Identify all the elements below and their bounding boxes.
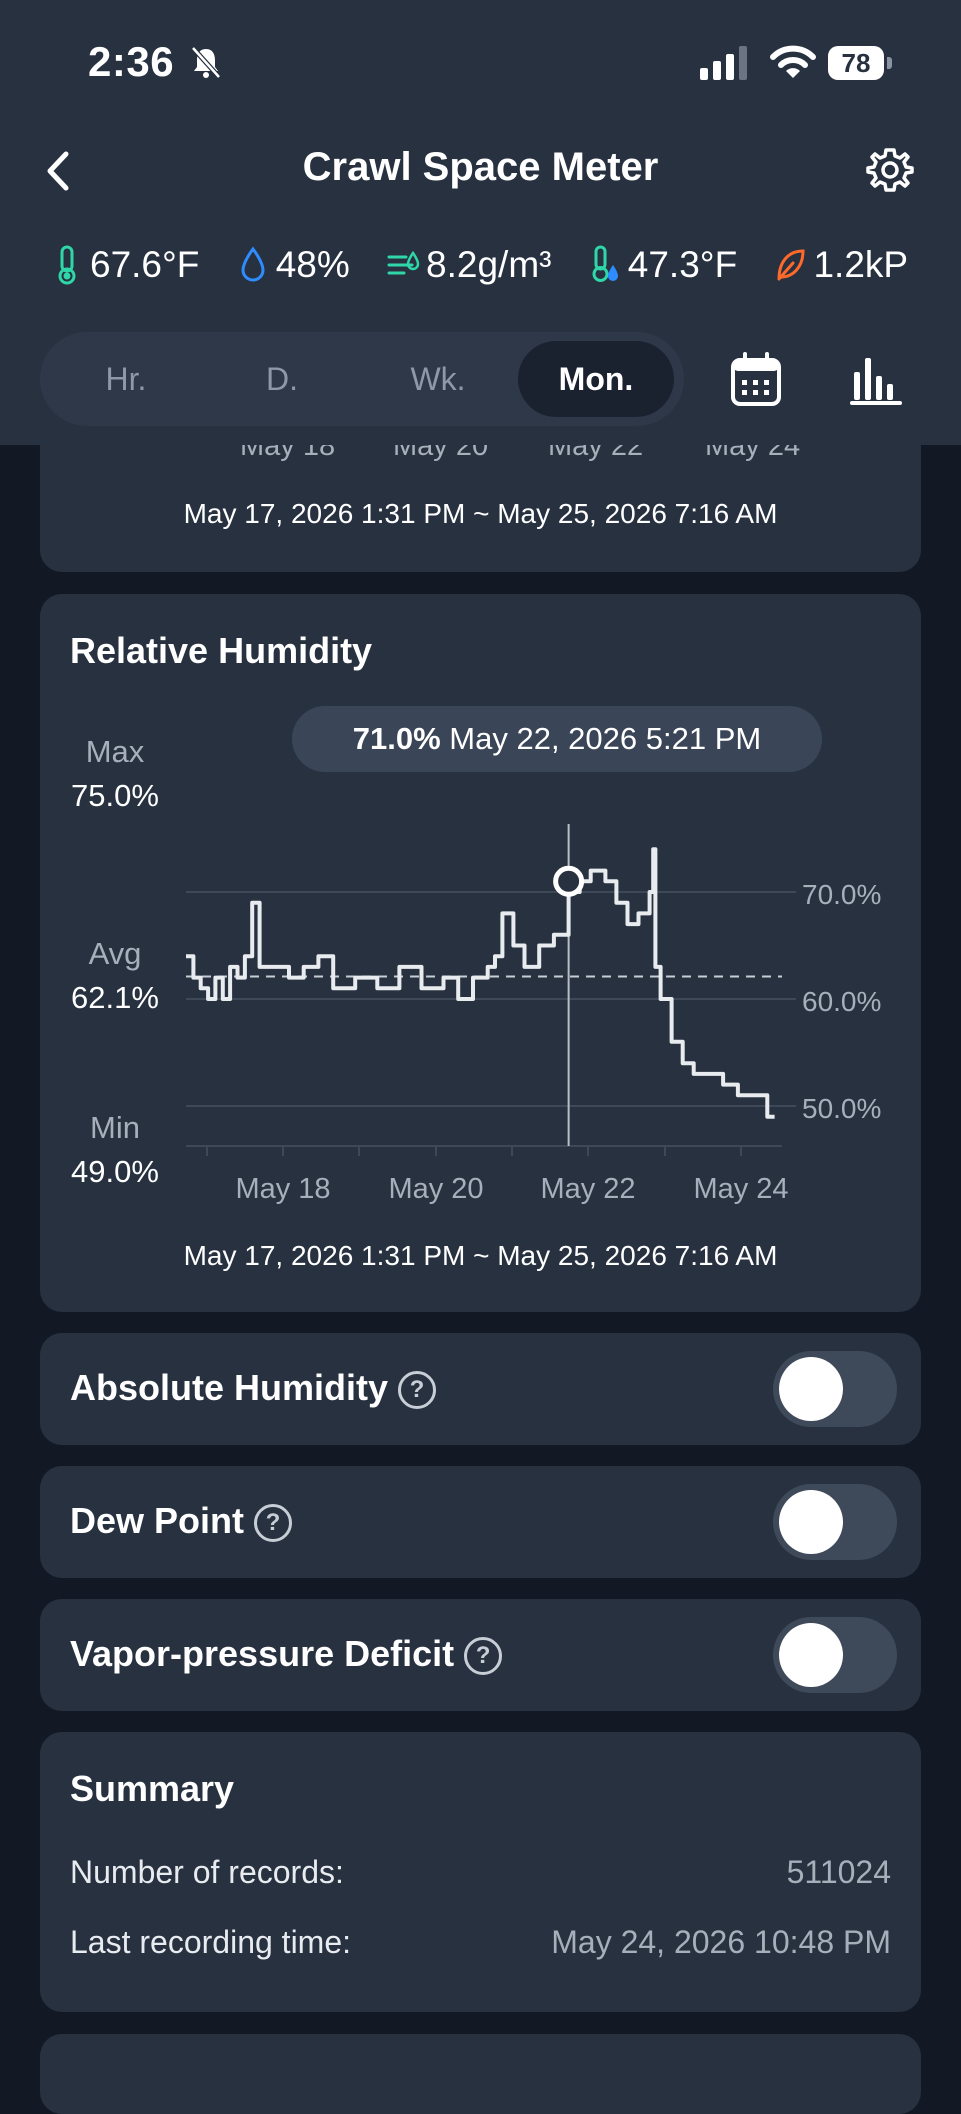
battery-tip [887, 57, 892, 69]
thermometer-icon [58, 245, 76, 285]
dewpoint-icon [592, 245, 618, 282]
absolute-humidity-value: 8.2g/m³ [426, 244, 552, 285]
sensor-readings: 67.6°F 48% 8.2g/m³ 47.3°F 1.2kP [50, 244, 934, 296]
page-title: Crawl Space Meter [302, 145, 659, 189]
tab-day[interactable]: D. [204, 341, 360, 417]
date-range: May 17, 2026 1:31 PM ~ May 25, 2026 7:16… [183, 498, 778, 529]
relative-humidity-card: Relative Humidity 71.0% May 22, 2026 5:2… [40, 594, 921, 1312]
temperature-reading: 67.6°F [50, 244, 199, 286]
vpd-value: 1.2kP [813, 244, 909, 285]
absolute-humidity-reading: 8.2g/m³ [386, 244, 551, 286]
absolute-humidity-row: Absolute Humidity? [40, 1333, 921, 1445]
date-range: May 17, 2026 1:31 PM ~ May 25, 2026 7:16… [183, 1240, 778, 1271]
humidity-reading: 48% [236, 244, 350, 286]
dew-point-toggle[interactable] [773, 1484, 897, 1560]
x-tick-label: May 22 [540, 1173, 635, 1205]
absolute-humidity-toggle[interactable] [773, 1351, 897, 1427]
time-range-tabs: Hr. D. Wk. Mon. [40, 332, 684, 426]
toggle-knob [779, 1490, 843, 1554]
battery-indicator: 78 [828, 46, 894, 80]
y-tick-label: 70.0% [802, 879, 881, 910]
absolute-humidity-label: Absolute Humidity? [70, 1367, 437, 1410]
battery-level: 78 [828, 46, 884, 80]
temperature-value: 67.6°F [90, 244, 200, 285]
x-tick-label: May 18 [235, 1173, 330, 1205]
tab-hour[interactable]: Hr. [48, 341, 204, 417]
leaf-icon [777, 249, 805, 281]
top-header: 2:36 78 Crawl Space Meter 67.6°F 48% 8.2… [0, 0, 961, 445]
cellular-signal-icon [700, 46, 747, 80]
help-icon[interactable]: ? [398, 1371, 437, 1410]
help-icon[interactable]: ? [464, 1637, 503, 1676]
toggle-label-text: Absolute Humidity [70, 1367, 389, 1408]
last-recording-value: May 24, 2026 10:48 PM [551, 1924, 891, 1960]
humidity-value: 48% [275, 244, 350, 285]
x-tick-label: May 20 [388, 1173, 483, 1205]
next-card [40, 2034, 921, 2114]
dew-point-row: Dew Point? [40, 1466, 921, 1578]
y-tick-label: 60.0% [802, 986, 881, 1017]
wind-icon [387, 250, 420, 275]
tab-month[interactable]: Mon. [518, 341, 674, 417]
toggle-knob [779, 1357, 843, 1421]
records-value: 511024 [786, 1854, 891, 1890]
dew-point-label: Dew Point? [70, 1500, 293, 1543]
status-time: 2:36 [88, 38, 175, 85]
dew-point-reading: 47.3°F [588, 244, 737, 286]
y-tick-label: 50.0% [802, 1093, 881, 1124]
toggle-label-text: Dew Point [70, 1500, 245, 1541]
vpd-label: Vapor-pressure Deficit? [70, 1633, 503, 1676]
bell-muted-icon [191, 46, 221, 79]
vpd-row: Vapor-pressure Deficit? [40, 1599, 921, 1711]
x-tick-label: May 24 [693, 1173, 788, 1205]
toggle-label-text: Vapor-pressure Deficit [70, 1633, 455, 1674]
humidity-line-chart[interactable]: 70.0% 60.0% 50.0% May 18 May 20 May 22 M… [40, 594, 921, 1312]
droplet-icon [241, 246, 265, 282]
vpd-reading: 1.2kP [773, 244, 908, 286]
summary-card: Summary Number of records: 511024 Last r… [40, 1732, 921, 2012]
series-line-relative-humidity [186, 847, 775, 1119]
gear-icon[interactable] [866, 146, 914, 194]
help-icon[interactable]: ? [254, 1504, 293, 1543]
bar-chart-icon[interactable] [850, 354, 902, 406]
toggle-knob [779, 1623, 843, 1687]
wifi-icon [770, 45, 816, 78]
records-label: Number of records: [70, 1854, 344, 1890]
vpd-toggle[interactable] [773, 1617, 897, 1693]
summary-title: Summary [70, 1768, 235, 1809]
tab-week[interactable]: Wk. [360, 341, 516, 417]
last-recording-label: Last recording time: [70, 1924, 352, 1960]
dew-point-value: 47.3°F [627, 244, 738, 285]
selected-point-marker [553, 865, 585, 897]
calendar-icon[interactable] [730, 352, 782, 408]
